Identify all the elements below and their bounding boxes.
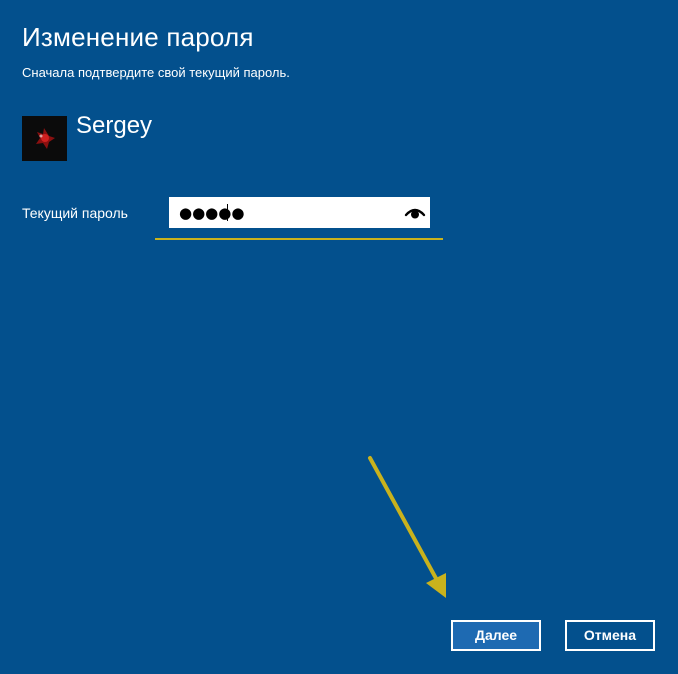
next-button[interactable]: Далее xyxy=(451,620,541,651)
change-password-dialog: Изменение пароля Сначала подтвердите сво… xyxy=(0,0,678,674)
annotation-arrow-icon xyxy=(368,456,446,598)
cancel-button[interactable]: Отмена xyxy=(565,620,655,651)
